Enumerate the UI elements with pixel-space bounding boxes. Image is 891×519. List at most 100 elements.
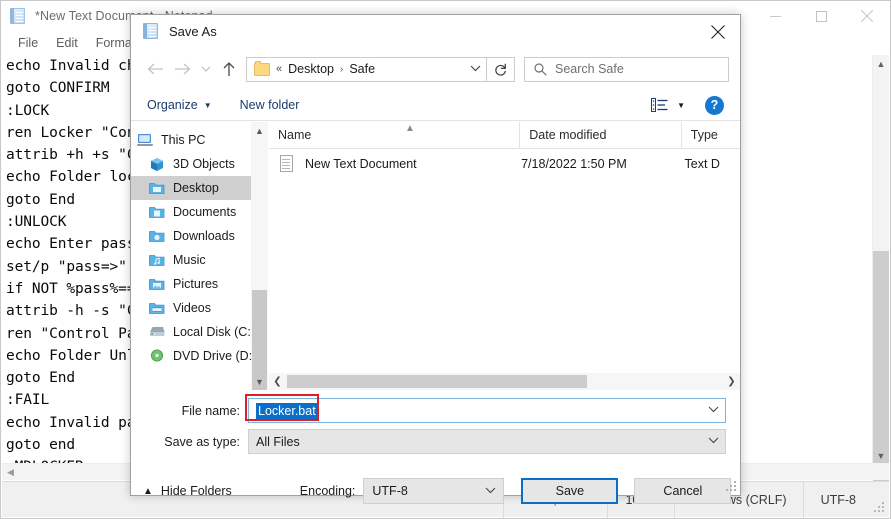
scrollbar-corner bbox=[872, 463, 889, 480]
file-name-input[interactable]: Locker.bat bbox=[245, 394, 726, 423]
sidebar-item-pictures[interactable]: Pictures bbox=[131, 272, 268, 296]
sidebar-item-downloads[interactable]: Downloads bbox=[131, 224, 268, 248]
chevron-down-icon[interactable] bbox=[701, 436, 725, 447]
minimize-button[interactable] bbox=[752, 1, 798, 31]
sidebar-item-label: Downloads bbox=[173, 229, 235, 243]
sidebar-item-label: Pictures bbox=[173, 277, 219, 291]
sidebar-item-documents[interactable]: Documents bbox=[131, 200, 268, 224]
scroll-right-icon[interactable]: ❯ bbox=[723, 376, 740, 387]
view-options-chevron-icon[interactable]: ▼ bbox=[677, 101, 685, 110]
save-as-type-value: All Files bbox=[256, 434, 300, 449]
breadcrumb-desktop[interactable]: Desktop bbox=[288, 62, 334, 76]
sidebar-item-videos[interactable]: Videos bbox=[131, 296, 268, 320]
dialog-body: This PC 3D Objects Desktop Documents Dow… bbox=[131, 122, 740, 390]
close-icon[interactable] bbox=[695, 15, 740, 48]
maximize-button[interactable] bbox=[798, 1, 844, 31]
notepad-vertical-scrollbar[interactable]: ▲ ▼ bbox=[872, 55, 889, 481]
sidebar-item-dvd-drive[interactable]: DVD Drive (D:) E: bbox=[131, 344, 268, 368]
save-as-type-select[interactable]: All Files bbox=[248, 429, 726, 454]
cell-name: New Text Document bbox=[305, 157, 417, 171]
organize-label: Organize bbox=[147, 98, 198, 112]
file-name-row: File name: Locker.bat bbox=[131, 394, 740, 423]
breadcrumb-overflow[interactable]: « bbox=[276, 63, 282, 75]
3d-objects-icon bbox=[149, 157, 166, 172]
file-list-pane: Name Date modified Type ▲ New Text Docum… bbox=[269, 122, 740, 390]
scroll-up-icon[interactable]: ▲ bbox=[873, 55, 889, 72]
sidebar-item-label: Videos bbox=[173, 301, 211, 315]
chevron-down-icon: ▼ bbox=[203, 100, 212, 110]
file-name-selected-text: Locker.bat bbox=[256, 402, 318, 419]
file-list-horizontal-scrollbar[interactable]: ❮ ❯ bbox=[269, 373, 740, 390]
new-folder-button[interactable]: New folder bbox=[240, 98, 300, 112]
scroll-down-icon[interactable]: ▼ bbox=[873, 447, 889, 464]
close-button[interactable] bbox=[844, 1, 890, 31]
sidebar-item-this-pc[interactable]: This PC bbox=[131, 128, 268, 152]
scroll-up-icon[interactable]: ▲ bbox=[251, 122, 268, 139]
sidebar-item-label: Desktop bbox=[173, 181, 219, 195]
help-button[interactable]: ? bbox=[705, 95, 724, 115]
this-pc-icon bbox=[137, 133, 154, 148]
address-bar[interactable]: « Desktop › Safe bbox=[246, 56, 487, 82]
back-arrow-icon[interactable] bbox=[142, 56, 169, 82]
sidebar-item-music[interactable]: Music bbox=[131, 248, 268, 272]
cancel-button[interactable]: Cancel bbox=[634, 478, 732, 504]
menu-file[interactable]: File bbox=[9, 34, 47, 52]
encoding-value: UTF-8 bbox=[372, 484, 408, 498]
scroll-left-icon[interactable]: ❮ bbox=[269, 376, 286, 387]
sidebar-item-label: 3D Objects bbox=[173, 157, 235, 171]
breadcrumb-safe[interactable]: Safe bbox=[349, 62, 375, 76]
scroll-left-icon[interactable]: ◀ bbox=[2, 467, 19, 478]
horizontal-scroll-thumb[interactable] bbox=[287, 375, 587, 388]
forward-arrow-icon[interactable] bbox=[169, 56, 196, 82]
sidebar-item-local-disk-c[interactable]: Local Disk (C:) bbox=[131, 320, 268, 344]
column-header-type[interactable]: Type bbox=[682, 122, 740, 148]
save-as-type-label: Save as type: bbox=[164, 434, 240, 449]
file-name-label: File name: bbox=[181, 403, 240, 418]
videos-folder-icon bbox=[149, 301, 166, 316]
dialog-resize-grip[interactable] bbox=[725, 480, 737, 492]
save-as-type-row: Save as type: All Files bbox=[131, 429, 740, 454]
file-name-value: Locker.bat bbox=[249, 402, 318, 419]
music-folder-icon bbox=[149, 253, 166, 268]
notepad-window-buttons bbox=[752, 1, 890, 31]
column-headers: Name Date modified Type ▲ bbox=[269, 122, 740, 149]
up-arrow-icon[interactable] bbox=[215, 56, 242, 82]
dialog-navbar: « Desktop › Safe Search Safe bbox=[131, 48, 740, 90]
hide-folders-button[interactable]: ▲ Hide Folders bbox=[143, 484, 232, 498]
documents-folder-icon bbox=[149, 205, 166, 220]
sidebar-item-label: Music bbox=[173, 253, 206, 267]
view-options-icon[interactable] bbox=[651, 98, 668, 112]
tree-scrollbar[interactable]: ▲ ▼ bbox=[251, 122, 268, 390]
refresh-icon[interactable] bbox=[487, 56, 515, 82]
dialog-command-bar: Organize ▼ New folder ▼ ? bbox=[131, 90, 740, 121]
sidebar-item-label: This PC bbox=[161, 133, 206, 147]
pictures-folder-icon bbox=[149, 277, 166, 292]
chevron-down-icon[interactable] bbox=[464, 64, 486, 75]
sidebar-item-label: Local Disk (C:) bbox=[173, 325, 255, 339]
dvd-drive-icon bbox=[149, 349, 166, 364]
resize-grip[interactable] bbox=[873, 482, 889, 518]
chevron-down-icon[interactable] bbox=[701, 405, 725, 416]
column-header-name[interactable]: Name bbox=[269, 122, 521, 148]
search-box[interactable]: Search Safe bbox=[524, 56, 729, 82]
dialog-title: Save As bbox=[169, 24, 217, 39]
local-disk-icon bbox=[149, 325, 166, 340]
status-encoding: UTF-8 bbox=[802, 481, 873, 518]
table-row[interactable]: New Text Document 7/18/2022 1:50 PM Text… bbox=[269, 149, 740, 179]
recent-locations-icon[interactable] bbox=[196, 56, 215, 82]
encoding-label: Encoding: bbox=[299, 484, 356, 498]
search-input[interactable]: Search Safe bbox=[555, 62, 624, 76]
sidebar-item-desktop[interactable]: Desktop bbox=[131, 176, 268, 200]
save-as-dialog: Save As « Desktop › Safe Search Safe Org… bbox=[130, 14, 741, 504]
save-button[interactable]: Save bbox=[521, 478, 619, 504]
hide-folders-label: Hide Folders bbox=[160, 484, 232, 498]
scroll-down-icon[interactable]: ▼ bbox=[251, 373, 268, 390]
organize-button[interactable]: Organize ▼ bbox=[147, 98, 212, 112]
chevron-down-icon[interactable] bbox=[477, 486, 503, 497]
menu-edit[interactable]: Edit bbox=[47, 34, 87, 52]
tree-list: This PC 3D Objects Desktop Documents Dow… bbox=[131, 122, 268, 368]
encoding-select[interactable]: UTF-8 bbox=[363, 478, 505, 504]
sidebar-item-3d-objects[interactable]: 3D Objects bbox=[131, 152, 268, 176]
cell-date-modified: 7/18/2022 1:50 PM bbox=[521, 157, 627, 171]
column-header-date-modified[interactable]: Date modified bbox=[520, 122, 682, 148]
